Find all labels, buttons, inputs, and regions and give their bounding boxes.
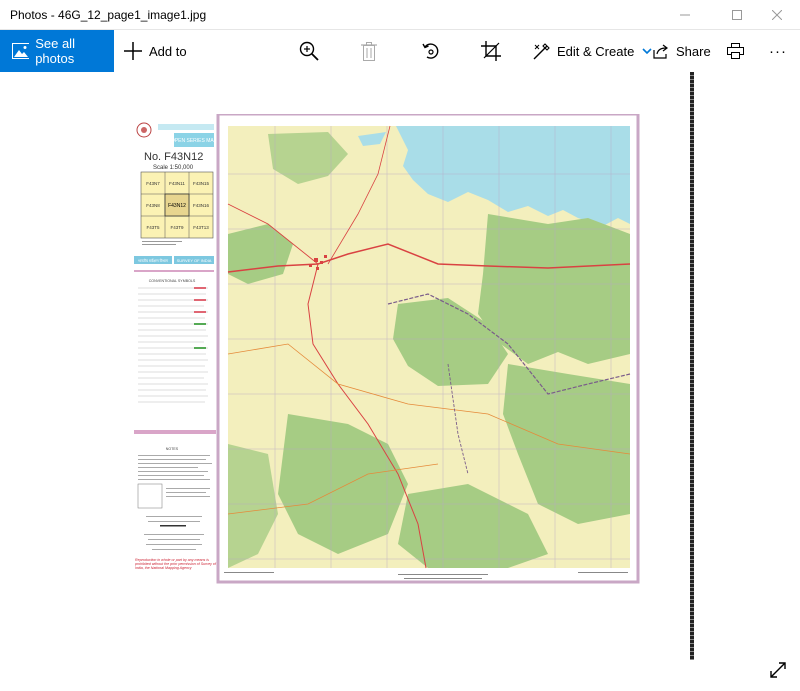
close-icon: [772, 10, 782, 20]
svg-text:F43N12: F43N12: [168, 203, 186, 209]
map-scale: Scale 1:50,000: [153, 165, 194, 171]
rotate-button[interactable]: [421, 30, 441, 72]
window-title: Photos - 46G_12_page1_image1.jpg: [10, 8, 207, 22]
more-options-button[interactable]: ···: [769, 30, 787, 72]
add-to-label: Add to: [149, 43, 187, 59]
fullscreen-button[interactable]: [768, 660, 788, 680]
svg-text:F43N15: F43N15: [193, 181, 210, 186]
print-icon: [727, 43, 744, 59]
svg-text:F43N8: F43N8: [146, 203, 160, 208]
minimize-icon: [680, 14, 690, 16]
vertical-scrollbar[interactable]: [690, 72, 694, 660]
edit-create-button[interactable]: Edit & Create: [533, 30, 652, 72]
topographic-map: OPEN SERIES MAP No. F43N12 Scale 1:50,00…: [134, 112, 640, 584]
crop-icon: [481, 41, 501, 61]
maximize-icon: [732, 10, 742, 20]
trash-icon: [361, 41, 377, 61]
svg-text:F43T13: F43T13: [193, 225, 209, 230]
svg-text:SURVEY OF INDIA: SURVEY OF INDIA: [177, 258, 212, 263]
photo-viewer: OPEN SERIES MAP No. F43N12 Scale 1:50,00…: [0, 72, 800, 691]
print-button[interactable]: [727, 30, 744, 72]
svg-text:NOTES: NOTES: [166, 447, 179, 451]
photo-icon: [12, 43, 30, 59]
sheet-number: No. F43N12: [144, 151, 203, 163]
chevron-down-icon: [642, 48, 652, 54]
more-options-label: ···: [769, 42, 787, 60]
see-all-photos-label: See all photos: [35, 36, 75, 66]
add-to-button[interactable]: Add to: [124, 30, 187, 72]
svg-text:F43N16: F43N16: [193, 203, 210, 208]
svg-text:F43T5: F43T5: [146, 225, 160, 230]
share-button[interactable]: Share: [653, 30, 711, 72]
zoom-button[interactable]: [299, 30, 319, 72]
title-bar: Photos - 46G_12_page1_image1.jpg: [0, 0, 800, 30]
svg-text:F43T9: F43T9: [170, 225, 184, 230]
open-series-text: OPEN SERIES MAP: [171, 138, 218, 144]
svg-text:F43N11: F43N11: [169, 181, 185, 186]
toolbar: See all photos Add to Edit & Create Shar…: [0, 30, 800, 72]
share-icon: [653, 44, 668, 59]
minimize-button[interactable]: [662, 0, 708, 30]
expand-icon: [770, 662, 786, 678]
index-grid: F43N7 F43N11 F43N15 F43N8 F43N12 F43N16 …: [140, 171, 214, 239]
reproduction-warning: Reproduction in whole or part by any mea…: [135, 558, 216, 571]
map-image: OPEN SERIES MAP No. F43N12 Scale 1:50,00…: [108, 112, 668, 664]
plus-icon: [124, 42, 142, 60]
close-button[interactable]: [754, 0, 800, 30]
delete-button[interactable]: [361, 30, 377, 72]
edit-create-label: Edit & Create: [557, 43, 635, 59]
share-label: Share: [676, 43, 711, 59]
svg-text:भारतीय सर्वेक्षण विभाग: भारतीय सर्वेक्षण विभाग: [138, 258, 169, 263]
zoom-in-icon: [299, 41, 319, 61]
svg-text:CONVENTIONAL SYMBOLS: CONVENTIONAL SYMBOLS: [149, 279, 196, 283]
see-all-photos-button[interactable]: See all photos: [0, 30, 114, 72]
rotate-icon: [422, 43, 439, 59]
crop-button[interactable]: [481, 30, 501, 72]
svg-text:F43N7: F43N7: [146, 181, 160, 186]
edit-create-icon: [533, 42, 550, 59]
